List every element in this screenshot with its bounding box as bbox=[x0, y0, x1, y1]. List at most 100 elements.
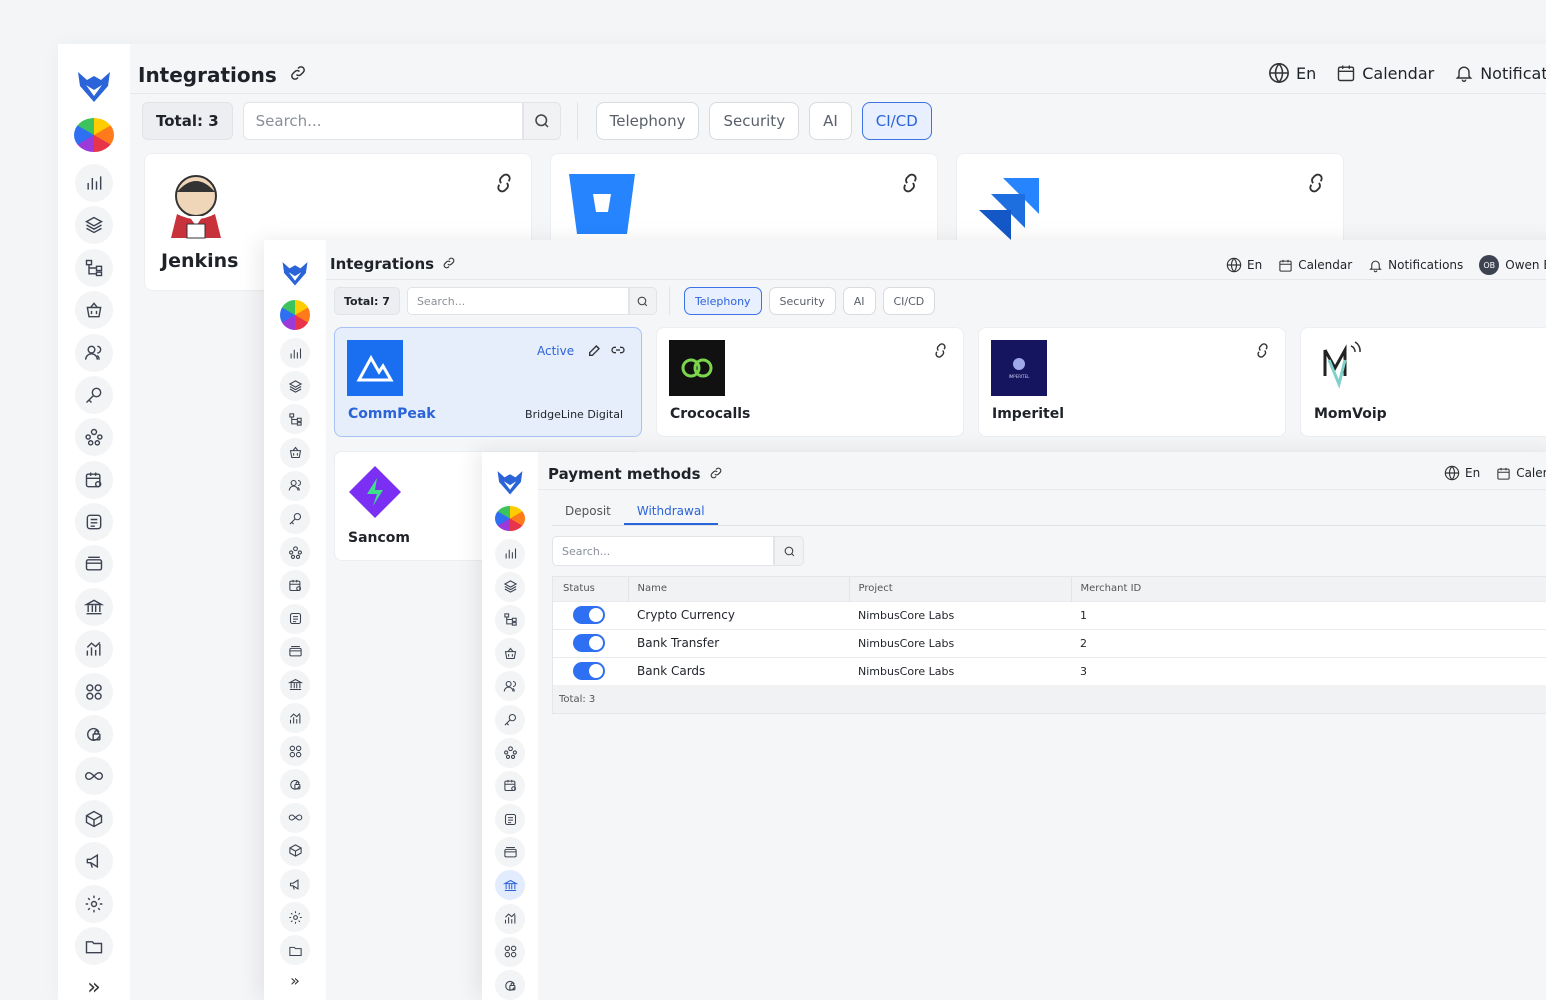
sidebar-lock-refresh-button[interactable] bbox=[280, 769, 310, 800]
sidebar-lock-refresh-button[interactable] bbox=[75, 715, 113, 754]
sidebar-hierarchy-button[interactable] bbox=[75, 248, 113, 287]
filter-chip-security[interactable]: Security bbox=[709, 102, 800, 140]
tab-withdrawal[interactable]: Withdrawal bbox=[623, 498, 718, 525]
sidebar-team-button[interactable] bbox=[75, 418, 113, 457]
sidebar-layers-button[interactable] bbox=[280, 371, 310, 402]
sidebar-megaphone-button[interactable] bbox=[280, 869, 310, 899]
sidebar-cards-button[interactable] bbox=[280, 636, 310, 667]
sidebar-megaphone-button[interactable] bbox=[75, 842, 113, 881]
sidebar-key-button[interactable] bbox=[75, 375, 113, 414]
connect-icon[interactable] bbox=[1254, 342, 1271, 363]
connect-icon[interactable] bbox=[493, 172, 515, 198]
sidebar-basket-button[interactable] bbox=[495, 638, 525, 669]
calendar-link[interactable]: Calendar bbox=[1336, 63, 1434, 83]
sidebar-bar-chart-button[interactable] bbox=[495, 538, 525, 569]
filter-chip-ai[interactable]: AI bbox=[809, 102, 852, 140]
connect-icon[interactable] bbox=[932, 342, 949, 363]
sidebar-cards-button[interactable] bbox=[495, 837, 525, 868]
search-icon[interactable] bbox=[628, 287, 657, 315]
color-wheel-avatar[interactable] bbox=[74, 118, 114, 152]
filter-chip-ci-cd[interactable]: CI/CD bbox=[861, 102, 932, 140]
sidebar-bank-button[interactable] bbox=[280, 669, 310, 700]
tab-deposit[interactable]: Deposit bbox=[552, 498, 624, 525]
connect-icon[interactable] bbox=[899, 172, 921, 198]
language-switch[interactable]: En bbox=[1226, 257, 1262, 273]
integration-card[interactable]: Crococalls bbox=[656, 327, 964, 437]
sidebar-basket-button[interactable] bbox=[75, 291, 113, 330]
notifications-link[interactable]: Notifications bbox=[1368, 258, 1463, 273]
language-switch[interactable]: En bbox=[1444, 465, 1480, 481]
color-wheel-avatar[interactable] bbox=[495, 506, 525, 531]
language-switch[interactable]: En bbox=[1268, 62, 1316, 84]
color-wheel-avatar[interactable] bbox=[280, 300, 310, 330]
sidebar-notes-button[interactable] bbox=[495, 804, 525, 835]
sidebar-lock-refresh-button[interactable] bbox=[495, 970, 525, 1000]
sidebar-bar-chart-button[interactable] bbox=[280, 338, 310, 368]
sidebar-analytics-button[interactable] bbox=[75, 630, 113, 669]
sidebar-calendar-settings-button[interactable] bbox=[495, 770, 525, 801]
search-input[interactable]: Search... bbox=[242, 102, 523, 140]
sidebar-grid-button[interactable] bbox=[280, 736, 310, 767]
filter-chip-telephony[interactable]: Telephony bbox=[595, 102, 700, 140]
sidebar-basket-button[interactable] bbox=[280, 437, 310, 468]
user-menu[interactable]: OB Owen B bbox=[1479, 255, 1546, 275]
sidebar-grid-button[interactable] bbox=[75, 672, 113, 711]
integration-card[interactable]: IMPERITEL Imperitel bbox=[978, 327, 1286, 437]
expand-sidebar-icon[interactable]: » bbox=[290, 971, 300, 990]
sidebar-notes-button[interactable] bbox=[75, 503, 113, 542]
sidebar-box-button[interactable] bbox=[280, 835, 310, 866]
calendar-link[interactable]: Caler bbox=[1496, 466, 1546, 481]
sidebar-bank-button[interactable] bbox=[75, 587, 113, 626]
sidebar-notes-button[interactable] bbox=[280, 603, 310, 634]
sidebar-calendar-settings-button[interactable] bbox=[280, 570, 310, 601]
expand-sidebar-icon[interactable]: » bbox=[87, 975, 100, 1000]
sidebar-folder-button[interactable] bbox=[75, 927, 113, 965]
filter-chip-security[interactable]: Security bbox=[768, 287, 836, 315]
sidebar-team-button[interactable] bbox=[495, 737, 525, 768]
sidebar-bar-chart-button[interactable] bbox=[75, 163, 113, 202]
link-icon[interactable] bbox=[442, 255, 456, 274]
table-row[interactable]: Bank Cards NimbusCore Labs 3 bbox=[553, 657, 1546, 685]
search-icon[interactable] bbox=[774, 536, 804, 566]
search-input[interactable]: Search... bbox=[406, 287, 629, 315]
sidebar-users-button[interactable] bbox=[495, 671, 525, 702]
sidebar-team-button[interactable] bbox=[280, 537, 310, 568]
sidebar-gear-button[interactable] bbox=[75, 884, 113, 923]
sidebar-infinity-button[interactable] bbox=[280, 802, 310, 833]
sidebar-analytics-button[interactable] bbox=[495, 903, 525, 934]
sidebar-gear-button[interactable] bbox=[280, 902, 310, 933]
sidebar-bank-button[interactable] bbox=[495, 870, 525, 901]
sidebar-infinity-button[interactable] bbox=[75, 757, 113, 796]
unlink-icon[interactable] bbox=[609, 342, 627, 362]
sidebar-key-button[interactable] bbox=[495, 704, 525, 735]
status-toggle[interactable] bbox=[573, 634, 605, 652]
sidebar-calendar-settings-button[interactable] bbox=[75, 460, 113, 499]
sidebar-folder-button[interactable] bbox=[280, 935, 310, 966]
notifications-link[interactable]: Notificatio bbox=[1454, 63, 1546, 83]
sidebar-layers-button[interactable] bbox=[75, 206, 113, 245]
sidebar-users-button[interactable] bbox=[75, 333, 113, 372]
filter-chip-telephony[interactable]: Telephony bbox=[683, 287, 762, 315]
sidebar-key-button[interactable] bbox=[280, 503, 310, 534]
integration-card-active[interactable]: Active CommPeak BridgeLine Digital bbox=[334, 327, 642, 437]
table-row[interactable]: Bank Transfer NimbusCore Labs 2 bbox=[553, 629, 1546, 657]
sidebar-hierarchy-button[interactable] bbox=[495, 604, 525, 635]
sidebar-cards-button[interactable] bbox=[75, 545, 113, 584]
sidebar-analytics-button[interactable] bbox=[280, 703, 310, 734]
status-toggle[interactable] bbox=[573, 606, 605, 624]
link-icon[interactable] bbox=[289, 64, 307, 86]
connect-icon[interactable] bbox=[1305, 172, 1327, 198]
integration-card[interactable]: MomVoip bbox=[1300, 327, 1546, 437]
sidebar-box-button[interactable] bbox=[75, 799, 113, 838]
sidebar-users-button[interactable] bbox=[280, 470, 310, 501]
filter-chip-ci-cd[interactable]: CI/CD bbox=[882, 287, 936, 315]
filter-chip-ai[interactable]: AI bbox=[842, 287, 876, 315]
calendar-link[interactable]: Calendar bbox=[1278, 258, 1352, 273]
table-row[interactable]: Crypto Currency NimbusCore Labs 1 bbox=[553, 601, 1546, 629]
link-icon[interactable] bbox=[709, 465, 723, 484]
edit-icon[interactable] bbox=[587, 342, 603, 362]
search-icon[interactable] bbox=[522, 102, 561, 140]
sidebar-hierarchy-button[interactable] bbox=[280, 404, 310, 435]
search-input[interactable]: Search... bbox=[552, 536, 774, 566]
sidebar-layers-button[interactable] bbox=[495, 571, 525, 602]
